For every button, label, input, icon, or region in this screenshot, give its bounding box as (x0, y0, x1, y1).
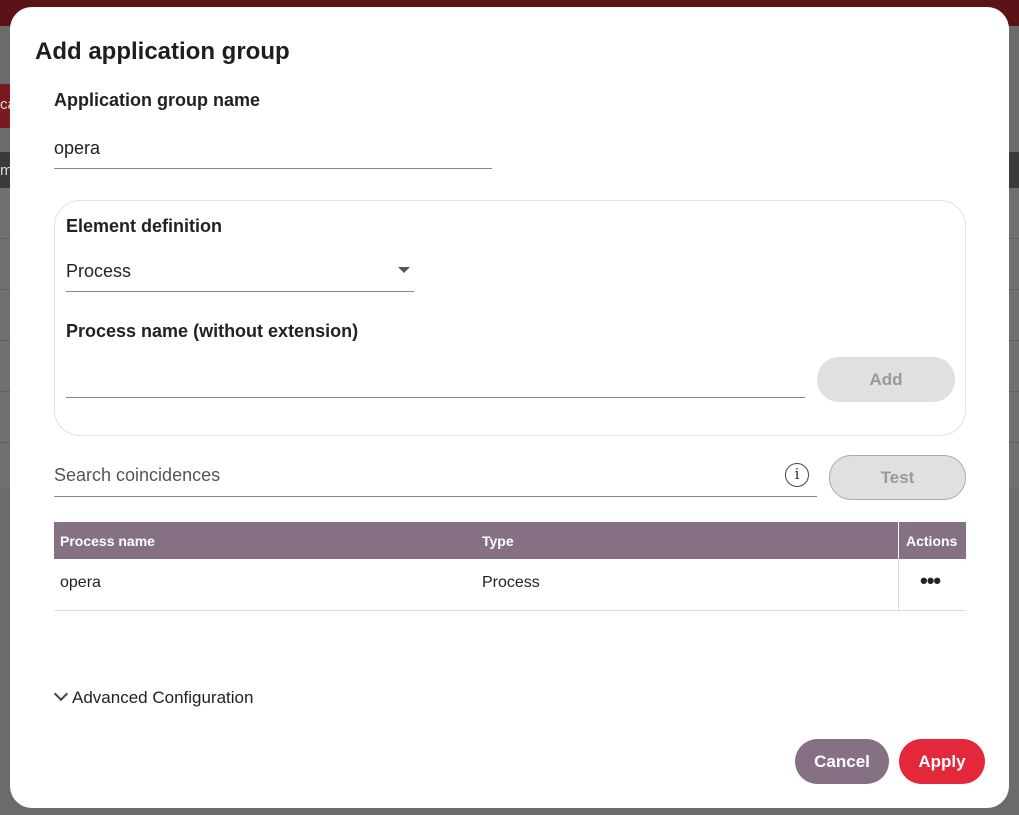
element-definition-select[interactable]: Process (66, 256, 414, 292)
column-divider (898, 559, 899, 610)
chevron-down-icon (53, 686, 69, 702)
dialog-title: Add application group (35, 38, 290, 65)
column-header-process-name[interactable]: Process name (60, 533, 155, 549)
apply-button[interactable]: Apply (899, 739, 985, 784)
process-name-input[interactable] (66, 361, 805, 398)
advanced-configuration-toggle[interactable]: Advanced Configuration (53, 686, 254, 708)
process-name-label: Process name (without extension) (66, 321, 359, 341)
group-name-input[interactable]: opera (54, 133, 492, 169)
element-definition-value: Process (66, 261, 132, 281)
table-row: opera Process ••• (54, 559, 966, 611)
info-icon[interactable]: i (785, 463, 809, 487)
search-coincidences-input[interactable]: Search coincidences (54, 455, 817, 497)
add-button[interactable]: Add (817, 357, 955, 402)
caret-down-icon (398, 267, 410, 273)
add-application-group-dialog: Add application group Application group … (10, 7, 1009, 808)
column-header-actions: Actions (906, 533, 958, 549)
cell-process-name: opera (60, 574, 101, 591)
cancel-button[interactable]: Cancel (795, 739, 889, 784)
advanced-configuration-label: Advanced Configuration (72, 688, 254, 707)
process-table: Process name Type Actions opera Process … (54, 522, 966, 611)
element-definition-label: Element definition (66, 216, 223, 236)
table-header: Process name Type Actions (54, 522, 966, 559)
column-header-type[interactable]: Type (482, 533, 514, 549)
cell-type: Process (482, 574, 540, 591)
test-button[interactable]: Test (829, 455, 966, 500)
group-name-label: Application group name (54, 90, 261, 110)
element-definition-panel: Element definition Process Process name … (54, 200, 966, 436)
column-divider (898, 522, 899, 559)
more-dots-icon[interactable]: ••• (920, 568, 941, 594)
